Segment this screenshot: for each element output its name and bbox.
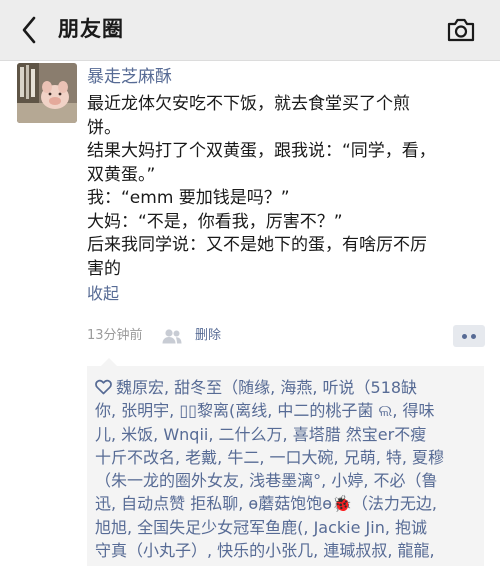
post-text-line: 饼。 <box>87 117 121 138</box>
post-timestamp: 13分钟前 <box>87 328 143 343</box>
likes-names[interactable]: 魏原宏, 甜冬至（随缘, 海燕, 听说（518缺 <box>116 378 417 397</box>
post-text-line: 最近龙体欠安吃不下饭，就去食堂买了个煎 <box>87 94 410 114</box>
likes-line[interactable]: 十斤不改名, 老戴, 牛二, 一口大碗, 兄萌, 特, 夏穆 <box>95 446 479 469</box>
avatar-image <box>17 63 77 123</box>
avatar[interactable] <box>17 63 77 123</box>
post-author-name[interactable]: 暴走芝麻酥 <box>87 64 172 90</box>
heart-icon <box>95 379 112 395</box>
likes-line: 魏原宏, 甜冬至（随缘, 海燕, 听说（518缺 <box>95 376 479 399</box>
likes-line[interactable]: （朱一龙的圈外女友, 浅巷墨漓°, 小婷, 不必（鲁 <box>95 469 479 492</box>
post-text-line: 大妈：“不是，你看我，厉害不？” <box>87 211 343 232</box>
dot-icon <box>471 333 476 339</box>
likes-line[interactable]: 你, 张明宇, ▯▯黎离(离线, 中二的桃子菌 ଲ, 得味 <box>95 399 479 422</box>
camera-button[interactable] <box>444 14 478 46</box>
camera-icon <box>447 18 475 42</box>
friends-visibility-icon[interactable] <box>161 327 183 345</box>
post-meta-row: 13分钟前 删除 <box>87 324 487 348</box>
delete-button[interactable]: 删除 <box>195 324 221 348</box>
top-bar: 朋友圈 <box>0 0 500 61</box>
likes-list: 魏原宏, 甜冬至（随缘, 海燕, 听说（518缺 你, 张明宇, ▯▯黎离(离线… <box>95 376 479 562</box>
likes-line[interactable]: 迅, 自动点赞 拒私聊, ɵ蘑菇饱饱ɵ🐞（法力无边, <box>95 492 479 515</box>
collapse-link[interactable]: 收起 <box>87 282 119 306</box>
post-content: 最近龙体欠安吃不下饭，就去食堂买了个煎 饼。 结果大妈打了个双黄蛋，跟我说：“同… <box>87 93 487 281</box>
post-text-line: 后来我同学说：又不是她下的蛋，有啥厉不厉 <box>87 235 427 255</box>
post-text-line: 双黄蛋。” <box>87 164 156 185</box>
back-button[interactable] <box>14 14 44 46</box>
post-text-line: 我：“emm 要加钱是吗？” <box>87 188 290 208</box>
likes-panel: 魏原宏, 甜冬至（随缘, 海燕, 听说（518缺 你, 张明宇, ▯▯黎离(离线… <box>87 358 484 566</box>
likes-line[interactable]: 守真（小丸子）, 快乐的小张几, 連瑊叔叔, 龍龍, <box>95 539 479 562</box>
likes-line[interactable]: 儿, 米饭, Wnqii, 二什么万, 喜塔腊 然宝er不瘦 <box>95 423 479 446</box>
post-text-line: 结果大妈打了个双黄蛋，跟我说：“同学，看， <box>87 141 436 161</box>
page-title: 朋友圈 <box>58 17 124 41</box>
more-actions-button[interactable] <box>453 325 485 347</box>
back-arrow-icon <box>22 16 36 44</box>
post-text-line: 害的 <box>87 258 121 279</box>
dot-icon <box>462 333 467 339</box>
likes-line[interactable]: 旭旭, 全国失足少女冠军鱼鹿(, Jackie Jin, 抱诚 <box>95 516 479 539</box>
